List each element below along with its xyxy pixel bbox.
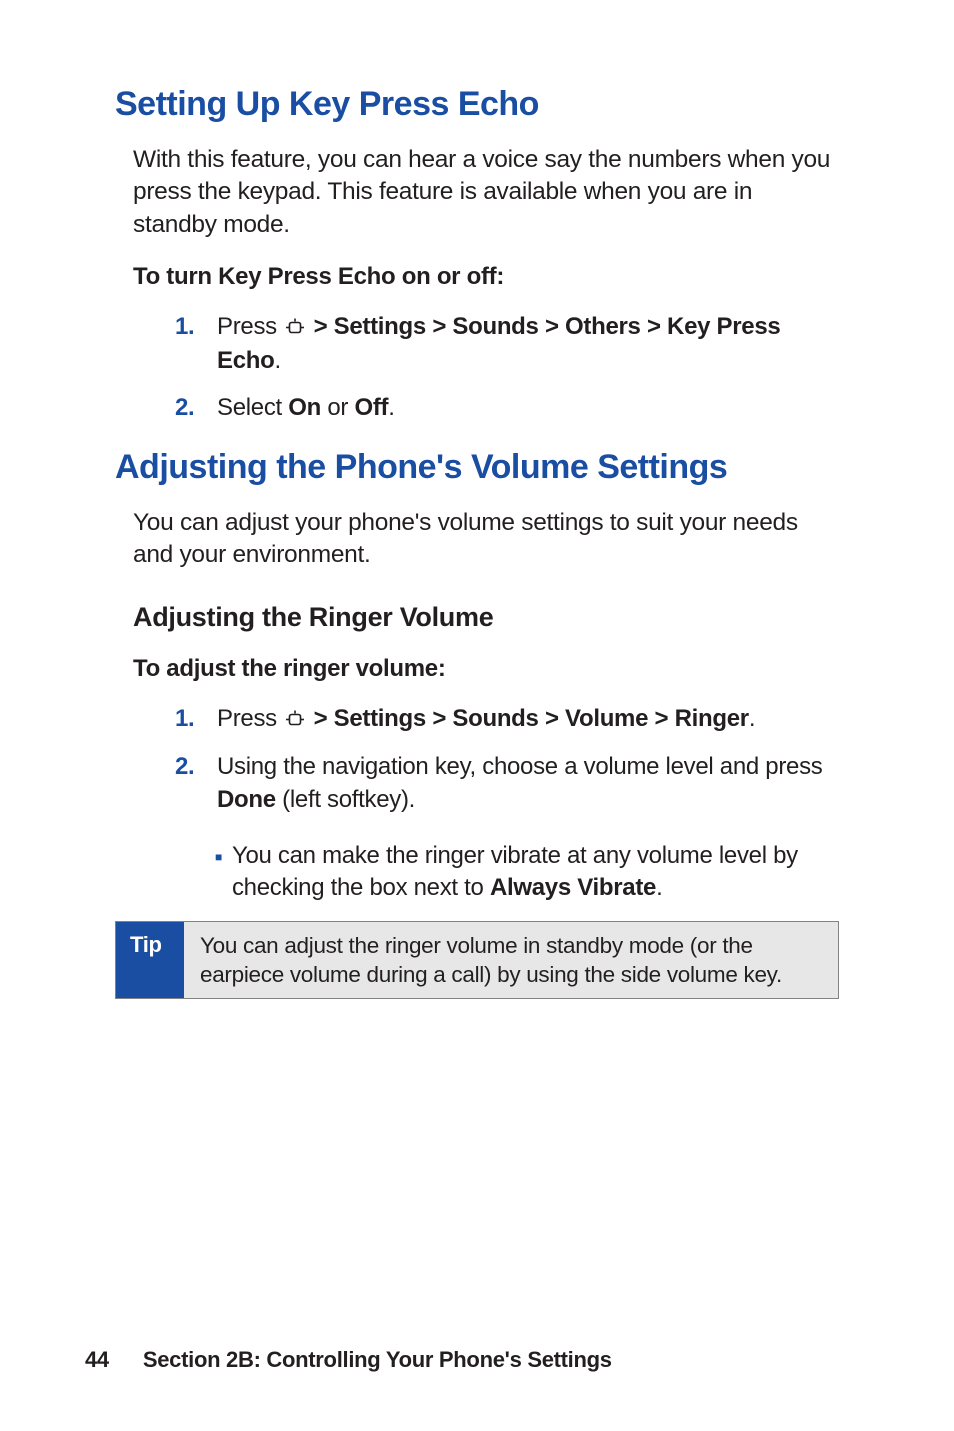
- section1-intro: With this feature, you can hear a voice …: [133, 144, 839, 241]
- step-1: 1. Press > Settings > Sounds > Volume > …: [175, 703, 839, 737]
- step-number: 1.: [175, 311, 217, 378]
- sub-bullets: ■ You can make the ringer vibrate at any…: [215, 840, 839, 905]
- step-number: 2.: [175, 392, 217, 424]
- s2-step2-prefix: Using the navigation key, choose a volum…: [217, 753, 822, 780]
- section2-body: You can adjust your phone's volume setti…: [133, 507, 839, 905]
- menu-key-icon: [285, 705, 305, 737]
- step-1: 1. Press > Settings > Sounds > Others > …: [175, 311, 839, 378]
- step-text: Select On or Off.: [217, 392, 839, 424]
- step-2: 2. Using the navigation key, choose a vo…: [175, 751, 839, 816]
- tip-label: Tip: [116, 922, 184, 999]
- sub-bullet-item: ■ You can make the ringer vibrate at any…: [215, 840, 839, 905]
- page-footer: 44 Section 2B: Controlling Your Phone's S…: [85, 1347, 612, 1373]
- heading-volume-settings: Adjusting the Phone's Volume Settings: [115, 448, 839, 487]
- menu-key-icon: [285, 313, 305, 345]
- section1-body: With this feature, you can hear a voice …: [133, 144, 839, 424]
- s2-step1-menu-path: > Settings > Sounds > Volume > Ringer: [307, 705, 749, 732]
- step-2: 2. Select On or Off.: [175, 392, 839, 424]
- step-text: Press > Settings > Sounds > Others > Key…: [217, 311, 839, 378]
- tip-text: You can adjust the ringer volume in stan…: [184, 922, 838, 999]
- s2-step1-prefix: Press: [217, 705, 283, 732]
- section2-intro: You can adjust your phone's volume setti…: [133, 507, 839, 572]
- s2-step2-done: Done: [217, 786, 276, 813]
- step1-prefix: Press: [217, 313, 283, 340]
- subheading-ringer-volume: Adjusting the Ringer Volume: [133, 602, 839, 633]
- section2-steps: 1. Press > Settings > Sounds > Volume > …: [175, 703, 839, 816]
- step2-off: Off: [355, 394, 389, 421]
- section1-instruction-label: To turn Key Press Echo on or off:: [133, 263, 839, 291]
- s2-step1-suffix: .: [749, 705, 755, 732]
- step-number: 2.: [175, 751, 217, 816]
- bullet-suffix: .: [656, 874, 662, 901]
- step-text: Using the navigation key, choose a volum…: [217, 751, 839, 816]
- step2-suffix: .: [388, 394, 394, 421]
- step2-on: On: [288, 394, 321, 421]
- tip-box: Tip You can adjust the ringer volume in …: [115, 921, 839, 1000]
- section1-steps: 1. Press > Settings > Sounds > Others > …: [175, 311, 839, 424]
- manual-page: Setting Up Key Press Echo With this feat…: [0, 0, 954, 1431]
- bullet-square-icon: ■: [215, 849, 222, 905]
- step2-mid: or: [321, 394, 354, 421]
- step-number: 1.: [175, 703, 217, 737]
- s2-step2-suffix: (left softkey).: [276, 786, 415, 813]
- step-text: Press > Settings > Sounds > Volume > Rin…: [217, 703, 839, 737]
- page-number: 44: [85, 1347, 109, 1372]
- section2-instruction-label: To adjust the ringer volume:: [133, 655, 839, 683]
- step2-prefix: Select: [217, 394, 288, 421]
- section-title: Section 2B: Controlling Your Phone's Set…: [143, 1347, 612, 1372]
- bullet-text: You can make the ringer vibrate at any v…: [232, 840, 839, 905]
- bullet-always-vibrate: Always Vibrate: [490, 874, 656, 901]
- heading-key-press-echo: Setting Up Key Press Echo: [115, 85, 839, 124]
- step1-suffix: .: [274, 347, 280, 374]
